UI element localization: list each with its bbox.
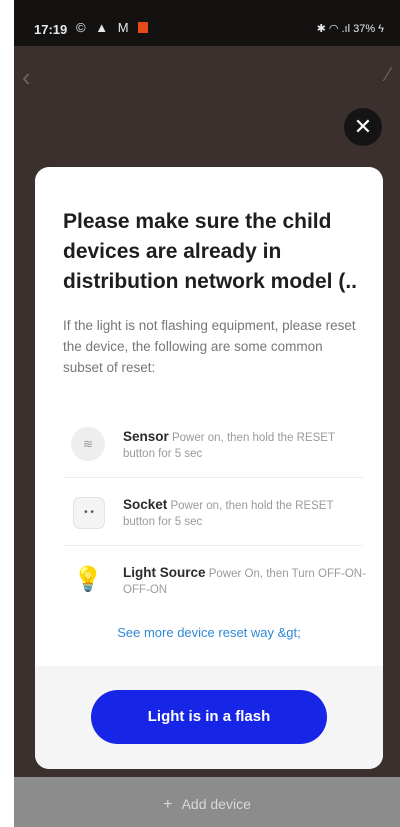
device-name: Sensor — [123, 429, 169, 444]
light-is-flashing-button[interactable]: Light is in a flash — [91, 690, 327, 744]
m-icon: M — [117, 20, 132, 35]
bulb-icon: 💡 — [73, 566, 103, 593]
reset-instructions-dialog: Please make sure the child devices are a… — [35, 167, 383, 769]
socket-icon: • • — [73, 497, 105, 529]
device-row-light-source: 💡 Light Source Power On, then Turn OFF-O… — [63, 553, 366, 613]
red-app-icon — [138, 22, 149, 33]
notification-icon: ▲ — [95, 20, 112, 35]
device-name: Socket — [123, 497, 168, 512]
see-more-reset-link[interactable]: See more device reset way &gt; — [35, 625, 383, 640]
add-device-button[interactable]: + Add device — [14, 777, 400, 827]
notification-icons: © ▲ M — [76, 20, 149, 35]
whatsapp-icon: © — [76, 20, 89, 35]
edit-icon[interactable]: ⁄ — [387, 64, 390, 87]
close-button[interactable]: ✕ — [344, 108, 382, 146]
dialog-footer: Light is in a flash — [35, 666, 383, 769]
phone-screen: 17:19 © ▲ M ✱ ◠ .ıl 37% ϟ ‹ ⁄ ✕ Please m… — [14, 0, 400, 827]
device-name: Light Source — [123, 565, 206, 580]
device-row-socket: • • Socket Power on, then hold the RESET… — [63, 485, 363, 546]
status-time: 17:19 — [34, 22, 68, 37]
sensor-icon: ≋ — [71, 427, 105, 461]
device-row-sensor: ≋ Sensor Power on, then hold the RESET b… — [63, 417, 363, 478]
status-bar: 17:19 © ▲ M ✱ ◠ .ıl 37% ϟ — [14, 0, 400, 46]
dialog-title: Please make sure the child devices are a… — [63, 210, 357, 293]
close-icon: ✕ — [353, 114, 373, 139]
dialog-description: If the light is not flashing equipment, … — [63, 318, 356, 375]
status-right: ✱ ◠ .ıl 37% ϟ — [316, 23, 384, 35]
add-device-label: Add device — [181, 796, 251, 812]
back-icon[interactable]: ‹ — [22, 62, 31, 93]
plus-icon: + — [163, 796, 173, 813]
